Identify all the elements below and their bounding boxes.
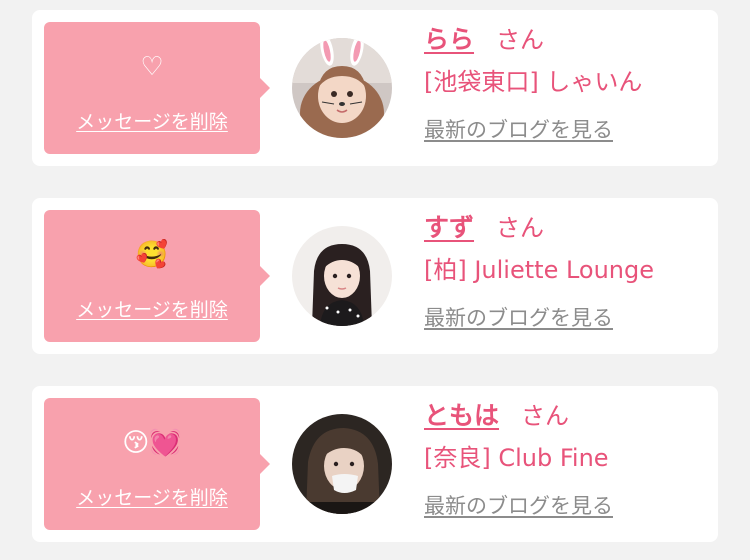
- profile-photo-icon: [292, 414, 392, 514]
- delete-message-link[interactable]: メッセージを削除: [44, 110, 260, 134]
- delete-message-link[interactable]: メッセージを削除: [44, 298, 260, 322]
- sender-name-link[interactable]: すず: [424, 213, 474, 242]
- sender-name-link[interactable]: らら: [424, 25, 474, 54]
- sender-info: らら さん [池袋東口] しゃいん 最新のブログを見る: [424, 18, 714, 144]
- honorific: さん: [521, 402, 570, 430]
- latest-blog-link[interactable]: 最新のブログを見る: [424, 116, 613, 144]
- latest-blog-link[interactable]: 最新のブログを見る: [424, 304, 613, 332]
- message-bubble: ♡ メッセージを削除: [44, 22, 270, 154]
- latest-blog-link[interactable]: 最新のブログを見る: [424, 492, 613, 520]
- profile-photo-icon: [292, 226, 392, 326]
- message-text: ♡: [140, 52, 164, 82]
- name-row: ともは さん: [424, 394, 714, 438]
- name-row: すず さん: [424, 206, 714, 250]
- avatar[interactable]: [292, 226, 392, 326]
- message-bubble: 🥰 メッセージを削除: [44, 210, 270, 342]
- sender-info: ともは さん [奈良] Club Fine 最新のブログを見る: [424, 394, 714, 520]
- message-text: 😚💓: [122, 428, 182, 458]
- sender-name-link[interactable]: ともは: [424, 401, 499, 430]
- shop-name: [柏] Juliette Lounge: [424, 256, 655, 284]
- avatar[interactable]: [292, 414, 392, 514]
- bunny-filter-photo-icon: [292, 38, 392, 138]
- name-row: らら さん: [424, 18, 714, 62]
- delete-message-link[interactable]: メッセージを削除: [44, 486, 260, 510]
- message-card: ♡ メッセージを削除 らら さん [池袋東口] しゃいん 最新のブログを見る: [32, 10, 718, 166]
- honorific: さん: [496, 214, 545, 242]
- message-bubble: 😚💓 メッセージを削除: [44, 398, 270, 530]
- sender-info: すず さん [柏] Juliette Lounge 最新のブログを見る: [424, 206, 714, 332]
- message-card: 😚💓 メッセージを削除 ともは さん [奈良] Club Fine 最新のブログを…: [32, 386, 718, 542]
- avatar[interactable]: [292, 38, 392, 138]
- shop-name: [奈良] Club Fine: [424, 444, 609, 472]
- shop-name: [池袋東口] しゃいん: [424, 68, 643, 96]
- honorific: さん: [496, 26, 545, 54]
- message-text: 🥰: [135, 240, 169, 270]
- message-card: 🥰 メッセージを削除 すず さん [柏] Juliette Lounge 最新のブ…: [32, 198, 718, 354]
